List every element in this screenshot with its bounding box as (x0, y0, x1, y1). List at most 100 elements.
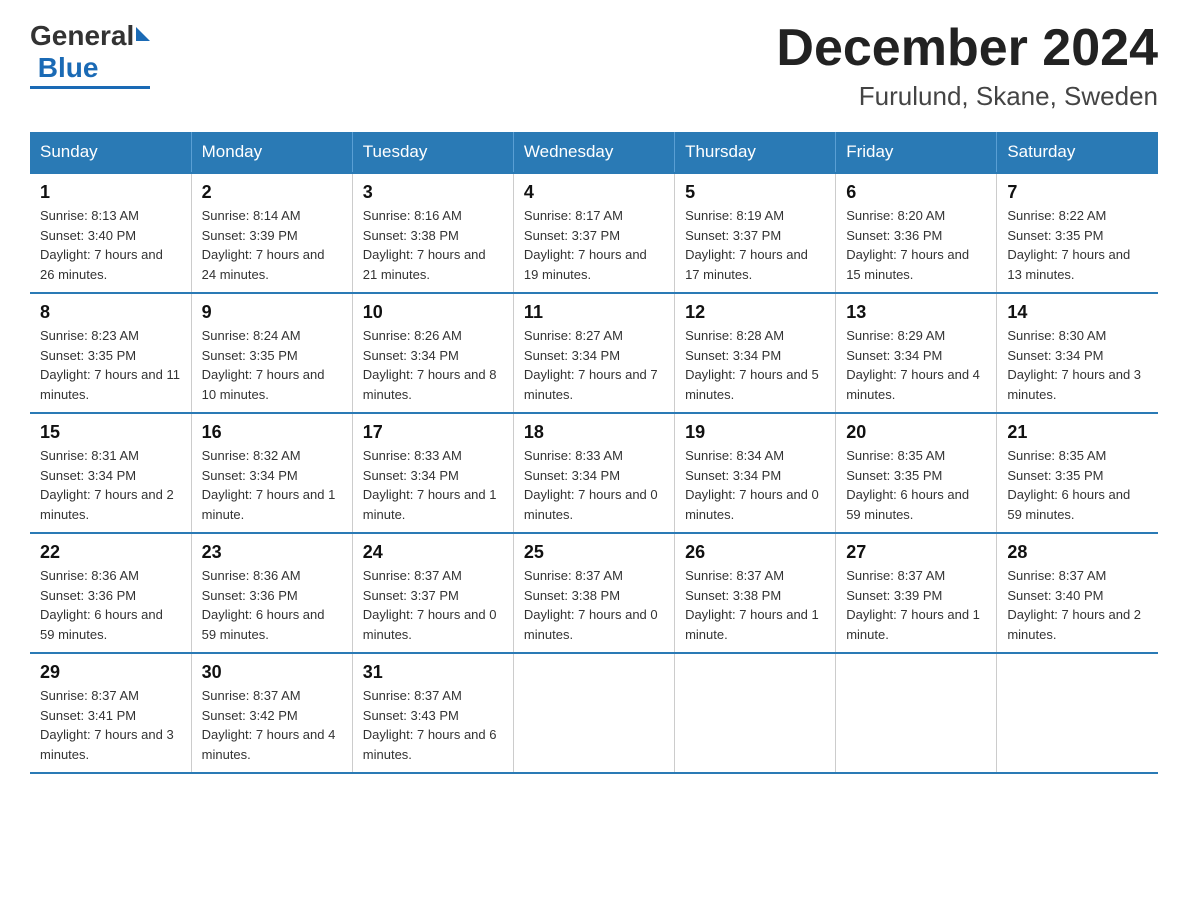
day-info: Sunrise: 8:34 AMSunset: 3:34 PMDaylight:… (685, 446, 825, 524)
calendar-cell: 1 Sunrise: 8:13 AMSunset: 3:40 PMDaylight… (30, 173, 191, 293)
column-header-friday: Friday (836, 132, 997, 173)
calendar-cell: 21 Sunrise: 8:35 AMSunset: 3:35 PMDayligh… (997, 413, 1158, 533)
daylight-label: Daylight: 7 hours and 0 minutes. (685, 487, 819, 522)
day-info: Sunrise: 8:28 AMSunset: 3:34 PMDaylight:… (685, 326, 825, 404)
sunset-label: Sunset: 3:35 PM (1007, 228, 1103, 243)
calendar-cell: 23 Sunrise: 8:36 AMSunset: 3:36 PMDayligh… (191, 533, 352, 653)
calendar-cell: 16 Sunrise: 8:32 AMSunset: 3:34 PMDayligh… (191, 413, 352, 533)
sunset-label: Sunset: 3:40 PM (40, 228, 136, 243)
day-info: Sunrise: 8:29 AM Sunset: 3:34 PM Daylight:… (846, 326, 986, 404)
calendar-cell: 18Sunrise: 8:33 AMSunset: 3:34 PMDayligh… (513, 413, 674, 533)
sunrise-label: Sunrise: 8:36 AM (202, 568, 301, 583)
calendar-cell: 30Sunrise: 8:37 AMSunset: 3:42 PMDayligh… (191, 653, 352, 773)
page-title: December 2024 (776, 20, 1158, 77)
sunrise-label: Sunrise: 8:36 AM (40, 568, 139, 583)
day-number: 28 (1007, 542, 1148, 563)
daylight-label: Daylight: 7 hours and 0 minutes. (363, 607, 497, 642)
sunrise-label: Sunrise: 8:37 AM (363, 568, 462, 583)
sunrise-label: Sunrise: 8:22 AM (1007, 208, 1106, 223)
daylight-label: Daylight: 7 hours and 6 minutes. (363, 727, 497, 762)
day-number: 21 (1007, 422, 1148, 443)
sunset-label: Sunset: 3:36 PM (40, 588, 136, 603)
sunset-label: Sunset: 3:35 PM (846, 468, 942, 483)
daylight-label: Daylight: 7 hours and 1 minute. (846, 607, 980, 642)
day-number: 27 (846, 542, 986, 563)
sunrise-label: Sunrise: 8:19 AM (685, 208, 784, 223)
day-number: 13 (846, 302, 986, 323)
day-number: 25 (524, 542, 664, 563)
sunrise-label: Sunrise: 8:37 AM (40, 688, 139, 703)
day-info: Sunrise: 8:35 AMSunset: 3:35 PMDaylight:… (846, 446, 986, 524)
column-header-monday: Monday (191, 132, 352, 173)
calendar-cell: 13 Sunrise: 8:29 AM Sunset: 3:34 PM Dayligh… (836, 293, 997, 413)
sunset-label: Sunset: 3:34 PM (846, 348, 942, 363)
day-info: Sunrise: 8:36 AMSunset: 3:36 PMDaylight:… (40, 566, 181, 644)
day-number: 20 (846, 422, 986, 443)
day-info: Sunrise: 8:33 AMSunset: 3:34 PMDaylight:… (363, 446, 503, 524)
daylight-label: Daylight: 7 hours and 4 minutes. (846, 367, 980, 402)
day-number: 12 (685, 302, 825, 323)
sunset-label: Sunset: 3:39 PM (846, 588, 942, 603)
calendar-cell: 27Sunrise: 8:37 AMSunset: 3:39 PMDayligh… (836, 533, 997, 653)
day-info: Sunrise: 8:36 AMSunset: 3:36 PMDaylight:… (202, 566, 342, 644)
sunset-label: Sunset: 3:38 PM (363, 228, 459, 243)
calendar-cell: 31Sunrise: 8:37 AMSunset: 3:43 PMDayligh… (352, 653, 513, 773)
calendar-cell: 26Sunrise: 8:37 AMSunset: 3:38 PMDayligh… (675, 533, 836, 653)
day-info: Sunrise: 8:16 AMSunset: 3:38 PMDaylight:… (363, 206, 503, 284)
daylight-label: Daylight: 7 hours and 0 minutes. (524, 607, 658, 642)
day-number: 29 (40, 662, 181, 683)
logo-triangle-icon (136, 27, 150, 41)
day-info: Sunrise: 8:26 AMSunset: 3:34 PMDaylight:… (363, 326, 503, 404)
day-info: Sunrise: 8:19 AMSunset: 3:37 PMDaylight:… (685, 206, 825, 284)
sunset-label: Sunset: 3:35 PM (202, 348, 298, 363)
day-info: Sunrise: 8:20 AMSunset: 3:36 PMDaylight:… (846, 206, 986, 284)
calendar-cell: 8Sunrise: 8:23 AMSunset: 3:35 PMDaylight… (30, 293, 191, 413)
calendar-cell: 19Sunrise: 8:34 AMSunset: 3:34 PMDayligh… (675, 413, 836, 533)
day-info: Sunrise: 8:35 AMSunset: 3:35 PMDaylight:… (1007, 446, 1148, 524)
calendar-cell: 2Sunrise: 8:14 AMSunset: 3:39 PMDaylight… (191, 173, 352, 293)
daylight-label: Daylight: 7 hours and 17 minutes. (685, 247, 808, 282)
day-number: 24 (363, 542, 503, 563)
daylight-label: Daylight: 6 hours and 59 minutes. (846, 487, 969, 522)
daylight-label: Daylight: 7 hours and 2 minutes. (40, 487, 174, 522)
day-number: 17 (363, 422, 503, 443)
calendar-cell: 29Sunrise: 8:37 AMSunset: 3:41 PMDayligh… (30, 653, 191, 773)
calendar-header-row: SundayMondayTuesdayWednesdayThursdayFrid… (30, 132, 1158, 173)
day-info: Sunrise: 8:32 AMSunset: 3:34 PMDaylight:… (202, 446, 342, 524)
day-info: Sunrise: 8:37 AMSunset: 3:38 PMDaylight:… (685, 566, 825, 644)
sunrise-label: Sunrise: 8:17 AM (524, 208, 623, 223)
sunset-label: Sunset: 3:39 PM (202, 228, 298, 243)
calendar-cell: 3 Sunrise: 8:16 AMSunset: 3:38 PMDaylight… (352, 173, 513, 293)
sunrise-label: Sunrise: 8:33 AM (524, 448, 623, 463)
calendar-cell (675, 653, 836, 773)
sunset-label: Sunset: 3:41 PM (40, 708, 136, 723)
day-number: 8 (40, 302, 181, 323)
sunset-label: Sunset: 3:35 PM (40, 348, 136, 363)
daylight-label: Daylight: 7 hours and 5 minutes. (685, 367, 819, 402)
day-number: 23 (202, 542, 342, 563)
sunset-label: Sunset: 3:38 PM (685, 588, 781, 603)
sunrise-label: Sunrise: 8:29 AM (846, 328, 945, 343)
day-number: 16 (202, 422, 342, 443)
calendar-cell: 5Sunrise: 8:19 AMSunset: 3:37 PMDaylight… (675, 173, 836, 293)
calendar-cell: 14Sunrise: 8:30 AMSunset: 3:34 PMDayligh… (997, 293, 1158, 413)
sunset-label: Sunset: 3:34 PM (685, 348, 781, 363)
calendar-week-row: 8Sunrise: 8:23 AMSunset: 3:35 PMDaylight… (30, 293, 1158, 413)
calendar-cell: 12 Sunrise: 8:28 AMSunset: 3:34 PMDayligh… (675, 293, 836, 413)
day-info: Sunrise: 8:37 AMSunset: 3:38 PMDaylight:… (524, 566, 664, 644)
day-info: Sunrise: 8:13 AMSunset: 3:40 PMDaylight:… (40, 206, 181, 284)
daylight-label: Daylight: 7 hours and 10 minutes. (202, 367, 325, 402)
sunset-label: Sunset: 3:34 PM (685, 468, 781, 483)
day-number: 1 (40, 182, 181, 203)
day-number: 30 (202, 662, 342, 683)
daylight-label: Daylight: 7 hours and 2 minutes. (1007, 607, 1141, 642)
day-info: Sunrise: 8:33 AMSunset: 3:34 PMDaylight:… (524, 446, 664, 524)
sunset-label: Sunset: 3:34 PM (202, 468, 298, 483)
calendar-cell (513, 653, 674, 773)
daylight-label: Daylight: 7 hours and 1 minute. (202, 487, 336, 522)
title-block: December 2024 Furulund, Skane, Sweden (776, 20, 1158, 112)
day-info: Sunrise: 8:30 AMSunset: 3:34 PMDaylight:… (1007, 326, 1148, 404)
sunset-label: Sunset: 3:37 PM (363, 588, 459, 603)
logo: General Blue (30, 20, 150, 89)
day-number: 3 (363, 182, 503, 203)
